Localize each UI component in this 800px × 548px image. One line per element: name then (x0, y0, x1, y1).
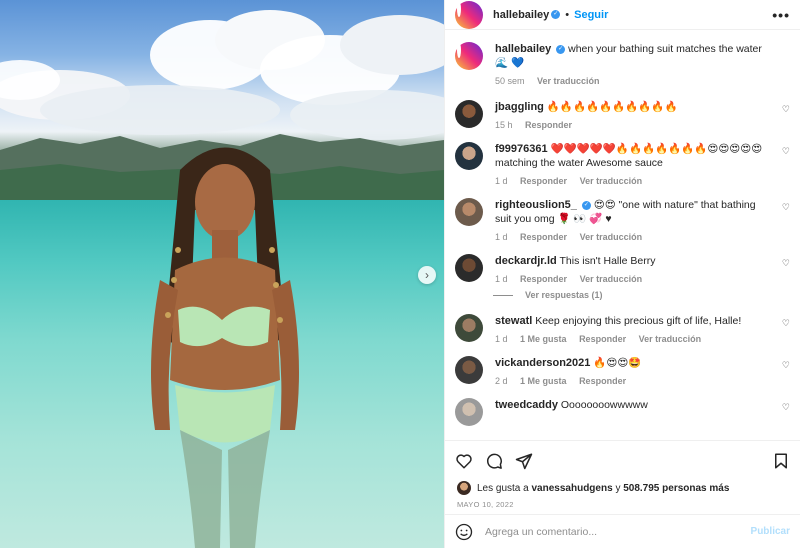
comment-text: Keep enjoying this precious gift of life… (535, 315, 742, 327)
comment-item: tweedcaddy Oooooooowwwww ♡ (455, 398, 790, 426)
liker-avatar[interactable] (457, 481, 471, 495)
likes-count[interactable]: 508.795 personas más (623, 483, 729, 494)
caption-translate-link[interactable]: Ver traducción (537, 76, 600, 86)
emoji-icon[interactable] (455, 523, 473, 541)
caption-username[interactable]: hallebailey (495, 43, 551, 55)
separator-dot: • (565, 8, 570, 21)
comment-time: 15 h (495, 120, 513, 130)
comment-text: Oooooooowwwww (560, 399, 648, 411)
comment-username[interactable]: righteouslion5_ (495, 199, 577, 211)
comment-item: vickanderson2021 🔥😍😍🤩 2 d 1 Me gusta Res… (455, 356, 790, 386)
like-comment-heart-icon[interactable]: ♡ (782, 318, 790, 329)
reply-link[interactable]: Responder (520, 232, 567, 242)
comment-text: This isn't Halle Berry (559, 255, 656, 267)
like-comment-heart-icon[interactable]: ♡ (782, 258, 790, 269)
comment-like-count[interactable]: 1 Me gusta (520, 334, 567, 344)
comment-username[interactable]: stewatl (495, 315, 532, 327)
comment-item: jbaggling 🔥🔥🔥🔥🔥🔥🔥🔥🔥🔥 15 h Responder ♡ (455, 100, 790, 130)
share-icon[interactable] (513, 450, 535, 472)
comments-list[interactable]: hallebailey ✓ when your bathing suit mat… (445, 30, 800, 440)
commenter-avatar[interactable] (455, 100, 483, 128)
likes-prefix: Les gusta a (477, 482, 529, 494)
reply-link[interactable]: Responder (525, 120, 572, 130)
author-avatar[interactable] (455, 0, 483, 29)
likes-mid: y (615, 482, 621, 494)
likes-summary: Les gusta a vanessahudgens y 508.795 per… (445, 480, 800, 496)
comment-text: 🔥🔥🔥🔥🔥🔥🔥🔥🔥🔥 (546, 101, 678, 113)
like-comment-heart-icon[interactable]: ♡ (782, 402, 790, 413)
next-photo-button[interactable]: › (418, 266, 436, 284)
comment-item: righteouslion5_ ✓ 😍😍 "one with nature" t… (455, 198, 790, 242)
comment-username[interactable]: tweedcaddy (495, 399, 558, 411)
author-username[interactable]: hallebailey (493, 9, 549, 21)
translate-link[interactable]: Ver traducción (639, 334, 702, 344)
like-comment-heart-icon[interactable]: ♡ (782, 360, 790, 371)
more-options-icon[interactable]: ••• (772, 7, 790, 23)
post-header: hallebailey ✓ • Seguir ••• (445, 0, 800, 30)
replies-line (493, 294, 513, 296)
commenter-avatar[interactable] (455, 314, 483, 342)
comment-item: f99976361 ❤️❤️❤️❤️❤️🔥🔥🔥🔥🔥🔥🔥😍😍😍😍😍 matchin… (455, 142, 790, 186)
view-replies-label: Ver respuestas (1) (525, 290, 603, 300)
translate-link[interactable]: Ver traducción (580, 274, 643, 284)
comment-username[interactable]: jbaggling (495, 101, 544, 113)
comment-username[interactable]: vickanderson2021 (495, 357, 590, 369)
comment-like-count[interactable]: 1 Me gusta (520, 376, 567, 386)
comment-time: 1 d (495, 274, 508, 284)
post-side-panel: hallebailey ✓ • Seguir ••• hallebailey ✓… (444, 0, 800, 548)
translate-link[interactable]: Ver traducción (580, 232, 643, 242)
add-comment-bar: Publicar (445, 514, 800, 548)
comment-username[interactable]: f99976361 (495, 143, 548, 155)
comment-username[interactable]: deckardjr.ld (495, 255, 557, 267)
reply-link[interactable]: Responder (520, 274, 567, 284)
follow-button[interactable]: Seguir (574, 9, 608, 21)
caption: hallebailey ✓ when your bathing suit mat… (455, 42, 790, 86)
comment-item: deckardjr.ld This isn't Halle Berry 1 d … (455, 254, 790, 284)
translate-link[interactable]: Ver traducción (580, 176, 643, 186)
caption-age: 50 sem (495, 76, 525, 86)
commenter-avatar[interactable] (455, 142, 483, 170)
person-figure (151, 147, 299, 548)
view-replies-button[interactable]: Ver respuestas (1) (493, 290, 790, 300)
comment-time: 1 d (495, 176, 508, 186)
liker-username[interactable]: vanessahudgens (532, 483, 613, 494)
heart-icon[interactable] (453, 450, 475, 472)
post-photo[interactable]: › (0, 0, 444, 548)
comment-item: stewatl Keep enjoying this precious gift… (455, 314, 790, 344)
commenter-avatar[interactable] (455, 398, 483, 426)
post-actions-bar (445, 440, 800, 480)
comment-icon[interactable] (483, 450, 505, 472)
instagram-post-view: › hallebailey ✓ • Seguir ••• hallebailey… (0, 0, 800, 548)
bookmark-icon[interactable] (770, 450, 792, 472)
comment-input[interactable] (485, 525, 751, 538)
like-comment-heart-icon[interactable]: ♡ (782, 146, 790, 157)
reply-link[interactable]: Responder (579, 376, 626, 386)
comment-time: 2 d (495, 376, 508, 386)
post-comment-button[interactable]: Publicar (751, 526, 790, 537)
like-comment-heart-icon[interactable]: ♡ (782, 104, 790, 115)
comment-text: 🔥😍😍🤩 (593, 357, 642, 369)
verified-badge-icon: ✓ (551, 10, 561, 19)
commenter-avatar[interactable] (455, 198, 483, 226)
like-comment-heart-icon[interactable]: ♡ (782, 202, 790, 213)
reply-link[interactable]: Responder (579, 334, 626, 344)
commenter-avatar[interactable] (455, 254, 483, 282)
comment-time: 1 d (495, 334, 508, 344)
caption-avatar[interactable] (455, 42, 483, 70)
comment-time: 1 d (495, 232, 508, 242)
reply-link[interactable]: Responder (520, 176, 567, 186)
verified-badge-icon: ✓ (556, 44, 566, 54)
verified-badge-icon: ✓ (581, 200, 591, 210)
post-date[interactable]: MAYO 10, 2022 (445, 496, 800, 514)
commenter-avatar[interactable] (455, 356, 483, 384)
